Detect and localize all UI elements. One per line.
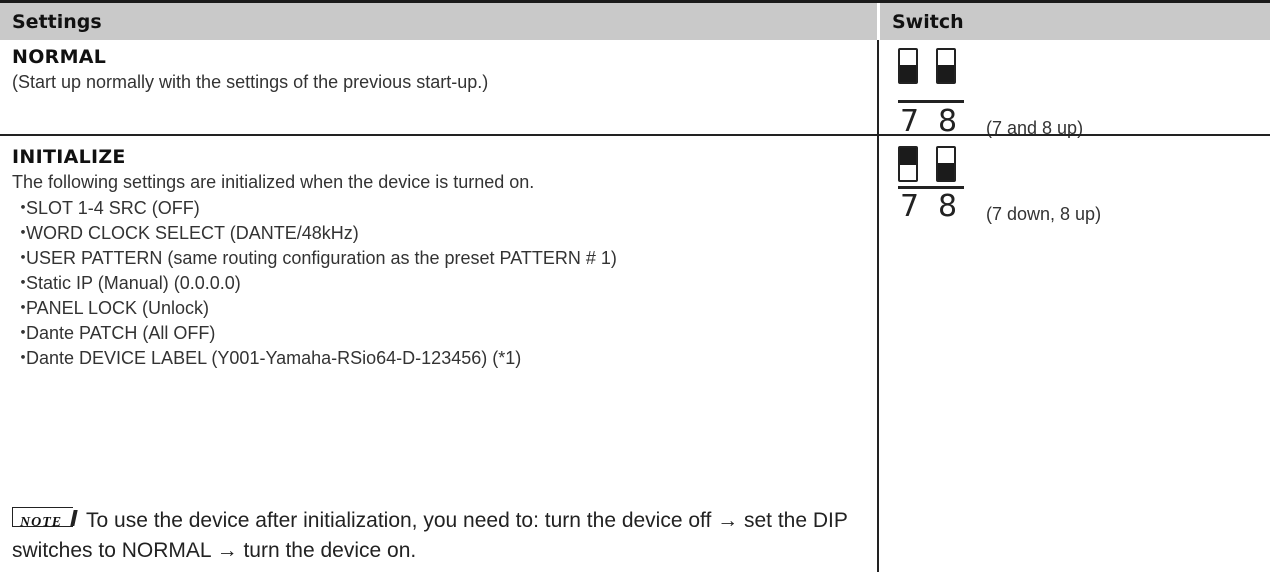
dip-caption: (7 down, 8 up) <box>986 204 1102 224</box>
dip-label-7: 7 <box>900 189 920 224</box>
dip-switch-7 <box>898 146 918 182</box>
note-badge: NOTE <box>12 507 78 530</box>
note-block: NOTE To use the device after initializat… <box>12 506 872 566</box>
dip-label-8: 8 <box>938 189 958 224</box>
row-description: (Start up normally with the settings of … <box>12 72 489 92</box>
table-header: Settings Switch <box>0 3 1270 40</box>
dip-switch-8 <box>936 146 956 182</box>
note-badge-label: NOTE <box>20 515 63 530</box>
row-title-initialize: INITIALIZE <box>12 146 126 168</box>
row-description: The following settings are initialized w… <box>12 172 535 192</box>
list-item: Static IP (Manual) (0.0.0.0) <box>18 271 617 296</box>
list-item: SLOT 1-4 SRC (OFF) <box>18 196 617 221</box>
dip-switch-rule <box>898 100 964 103</box>
dip-switch-diagram: 7 8 (7 down, 8 up) <box>898 146 1258 256</box>
list-item: Dante PATCH (All OFF) <box>18 321 617 346</box>
dip-label-7: 7 <box>900 104 920 139</box>
switch-column-header: Switch <box>892 11 964 33</box>
settings-column-header: Settings <box>12 11 102 33</box>
row-title-normal: NORMAL <box>12 46 107 68</box>
list-item: PANEL LOCK (Unlock) <box>18 296 617 321</box>
row-divider <box>0 134 1270 136</box>
initialized-settings-list: SLOT 1-4 SRC (OFF) WORD CLOCK SELECT (DA… <box>18 196 617 371</box>
list-item: WORD CLOCK SELECT (DANTE/48kHz) <box>18 221 617 246</box>
note-text: To use the device after initialization, … <box>12 509 848 562</box>
list-item: Dante DEVICE LABEL (Y001-Yamaha-RSio64-D… <box>18 346 617 371</box>
dip-switch-7 <box>898 48 918 84</box>
dip-label-8: 8 <box>938 104 958 139</box>
list-item: USER PATTERN (same routing configuration… <box>18 246 617 271</box>
dip-switch-8 <box>936 48 956 84</box>
column-divider <box>877 40 879 572</box>
header-divider <box>877 3 880 40</box>
